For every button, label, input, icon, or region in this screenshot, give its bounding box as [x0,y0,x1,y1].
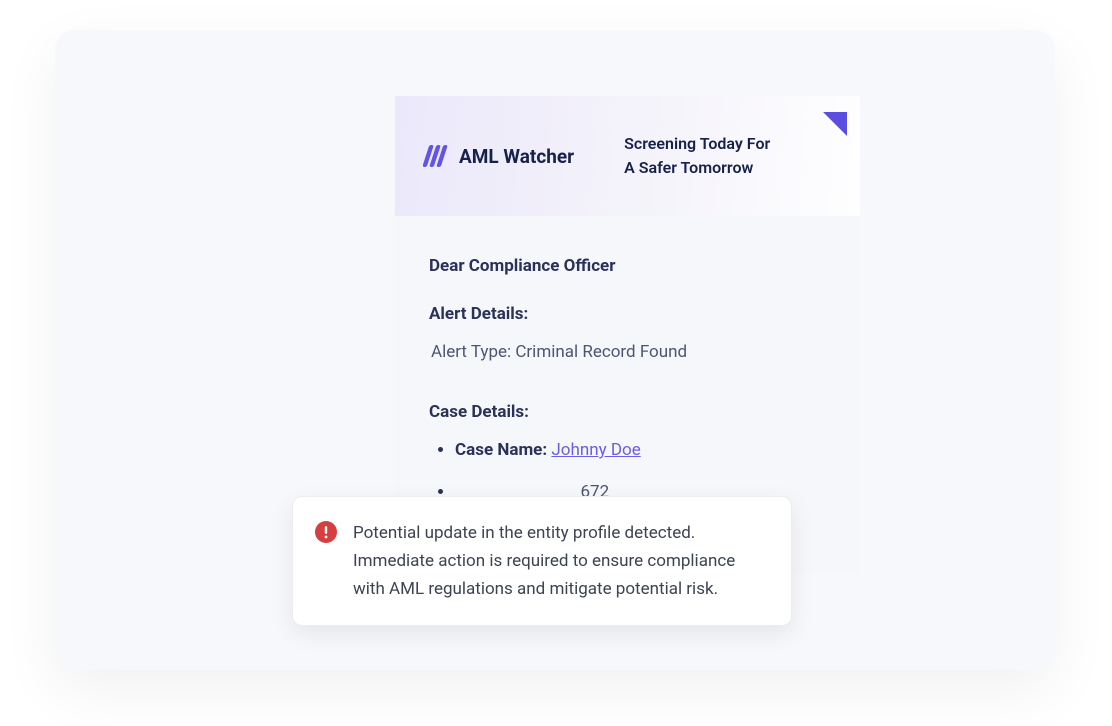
tagline-line-2: A Safer Tomorrow [624,156,770,180]
brand-tagline: Screening Today For A Safer Tomorrow [624,132,770,180]
alert-type-label: Alert Type: [431,342,515,362]
tagline-line-1: Screening Today For [624,132,770,156]
alert-details-heading: Alert Details: [429,304,826,324]
alert-toast: Potential update in the entity profile d… [292,496,792,626]
case-name-link[interactable]: Johnny Doe [551,440,640,460]
alert-type-row: Alert Type: Criminal Record Found [429,342,826,362]
case-details-list: Case Name: Johnny Doe Case ID: xxxxxxx67… [429,440,826,502]
case-name-item: Case Name: Johnny Doe [455,440,826,460]
alert-toast-message: Potential update in the entity profile d… [353,519,765,603]
case-details-heading: Case Details: [429,402,826,422]
brand-logo: AML Watcher [423,143,574,169]
email-header: AML Watcher Screening Today For A Safer … [395,96,860,216]
brand-logo-icon [423,143,449,169]
brand-name: AML Watcher [459,145,574,168]
alert-type-value: Criminal Record Found [515,342,687,362]
case-name-label: Case Name: [455,440,551,460]
alert-icon [315,521,337,543]
app-panel: AML Watcher Screening Today For A Safer … [55,30,1055,670]
email-greeting: Dear Compliance Officer [429,256,826,276]
corner-accent-icon [823,112,847,136]
